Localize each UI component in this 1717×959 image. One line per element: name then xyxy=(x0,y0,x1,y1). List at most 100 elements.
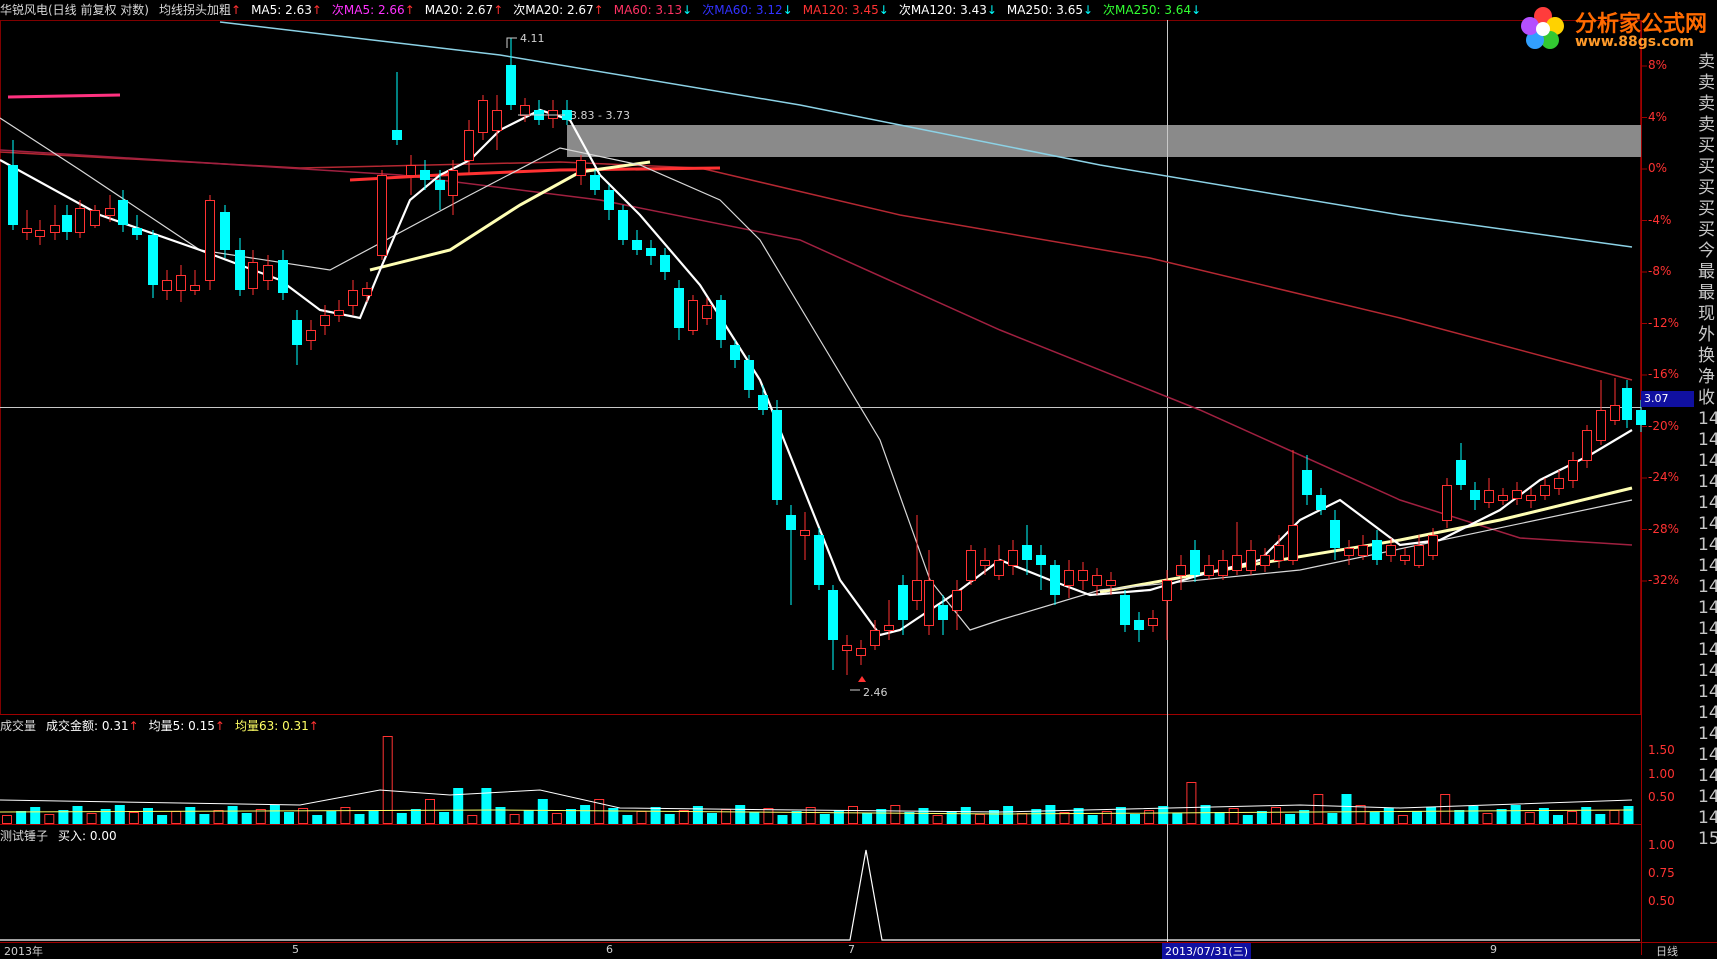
candle-body xyxy=(220,212,230,250)
candle-body xyxy=(1540,485,1550,496)
candle-body xyxy=(22,228,32,233)
volume-bar xyxy=(1003,806,1014,824)
candle-body xyxy=(435,180,445,190)
candle-body xyxy=(118,200,128,225)
axis-tick-label: 1.00 xyxy=(1648,766,1675,781)
candle-body xyxy=(730,345,740,360)
candle-body xyxy=(1190,550,1200,575)
volume-bar xyxy=(1200,805,1211,824)
side-panel-row: 外 xyxy=(1698,325,1715,345)
side-panel-row: 14 xyxy=(1698,493,1717,513)
trend-arrow-icon: ↑ xyxy=(593,3,604,17)
header-item: MA20: 2.67 xyxy=(424,3,494,17)
candle-body xyxy=(1330,520,1340,548)
candle-body xyxy=(1344,548,1354,556)
side-panel-row: 14 xyxy=(1698,577,1717,597)
candle-body xyxy=(590,175,600,190)
volume-bar xyxy=(791,811,802,824)
candle-body xyxy=(604,190,614,210)
candle-body xyxy=(618,210,628,240)
trend-arrow-icon: ↑ xyxy=(311,3,322,17)
side-panel-row: 卖 xyxy=(1698,52,1715,72)
volume-bar xyxy=(326,811,337,824)
volume-bar xyxy=(199,814,210,824)
site-logo: 分析家公式网 www.88gs.com xyxy=(1515,2,1715,54)
header-item: 买入: 0.00 xyxy=(58,829,117,843)
candle-body xyxy=(1428,535,1438,556)
candle-body xyxy=(148,235,158,285)
candle-body xyxy=(50,225,60,233)
candle-body xyxy=(632,240,642,250)
axis-tick-label: 1.50 xyxy=(1648,743,1675,757)
chart-canvas[interactable] xyxy=(0,0,1717,955)
volume-bar xyxy=(1440,794,1451,824)
volume-bar xyxy=(439,812,450,824)
axis-tick-label: 1.00 xyxy=(1648,838,1675,852)
side-panel-row: 现 xyxy=(1698,304,1715,324)
volume-bar xyxy=(918,808,929,824)
high-price-label: 4.11 xyxy=(520,32,545,45)
volume-bar xyxy=(1369,812,1380,824)
candle-body xyxy=(90,210,100,226)
volume-bar xyxy=(44,814,55,824)
candle-body xyxy=(1176,565,1186,576)
side-panel-row: 14 xyxy=(1698,409,1717,429)
volume-bar xyxy=(1454,810,1465,824)
side-panel-row: 14 xyxy=(1698,472,1717,492)
candle-body xyxy=(75,208,85,233)
candle-body xyxy=(132,228,142,235)
side-panel-row: 14 xyxy=(1698,640,1717,660)
candle-body xyxy=(1498,495,1508,501)
candle-body xyxy=(1106,580,1116,586)
volume-bar xyxy=(833,810,844,824)
volume-bar xyxy=(707,813,717,824)
candle-body xyxy=(1596,410,1606,441)
volume-bar xyxy=(1130,814,1140,824)
candle-body xyxy=(980,560,990,566)
candle-body xyxy=(162,280,172,291)
candle-body xyxy=(1078,570,1088,581)
side-panel-row: 买 xyxy=(1698,136,1715,156)
candle-body xyxy=(814,535,824,585)
volume-bar xyxy=(1271,807,1281,824)
axis-tick-label: 0.50 xyxy=(1648,894,1675,908)
trend-arrow-icon: ↑ xyxy=(128,719,139,733)
volume-bar xyxy=(1313,794,1324,824)
date-tick-label: 5 xyxy=(292,943,299,956)
candle-body xyxy=(348,290,358,306)
quote-side-panel: 卖卖卖卖买买买买买今最最现外换净收 14 14 14 14 14 14 14 14 14 14 14 1… xyxy=(1698,52,1717,850)
volume-bar xyxy=(1172,813,1183,824)
candle-body xyxy=(702,305,712,319)
candle-body xyxy=(800,530,810,536)
trend-arrow-icon: ↓ xyxy=(1191,3,1202,17)
axis-tick-label: -4% xyxy=(1648,212,1672,227)
volume-bar xyxy=(664,814,675,824)
price-range-label: 3.83 - 3.73 xyxy=(570,109,630,122)
side-panel-row: 14 xyxy=(1698,724,1717,744)
volume-bar xyxy=(523,810,534,824)
axis-tick-label: -12% xyxy=(1648,315,1680,330)
candle-body xyxy=(1526,495,1536,501)
volume-bar xyxy=(763,808,774,824)
candle-body xyxy=(1246,550,1256,571)
period-label[interactable]: 日线 xyxy=(1656,943,1678,959)
volume-bar xyxy=(1383,808,1394,824)
volume-bar xyxy=(622,815,633,824)
volume-bar xyxy=(932,815,943,824)
main-panel-frame xyxy=(0,20,1641,715)
trend-arrow-icon: ↓ xyxy=(1082,3,1094,17)
volume-bar xyxy=(1510,805,1521,824)
side-panel-row: 14 xyxy=(1698,808,1717,828)
trend-arrow-icon: ↑ xyxy=(493,3,504,17)
volume-bar xyxy=(227,806,238,824)
candle-body xyxy=(1134,620,1144,630)
header-item: 测试锤子 xyxy=(0,829,49,843)
candle-body xyxy=(105,208,115,216)
volume-bar xyxy=(650,807,661,824)
candle-body xyxy=(1470,490,1480,500)
candle-body xyxy=(1008,550,1018,566)
volume-bar xyxy=(1482,813,1493,824)
volume-bar xyxy=(551,813,562,824)
volume-bar xyxy=(340,807,351,824)
date-tick-label: 2013年 xyxy=(4,945,43,958)
